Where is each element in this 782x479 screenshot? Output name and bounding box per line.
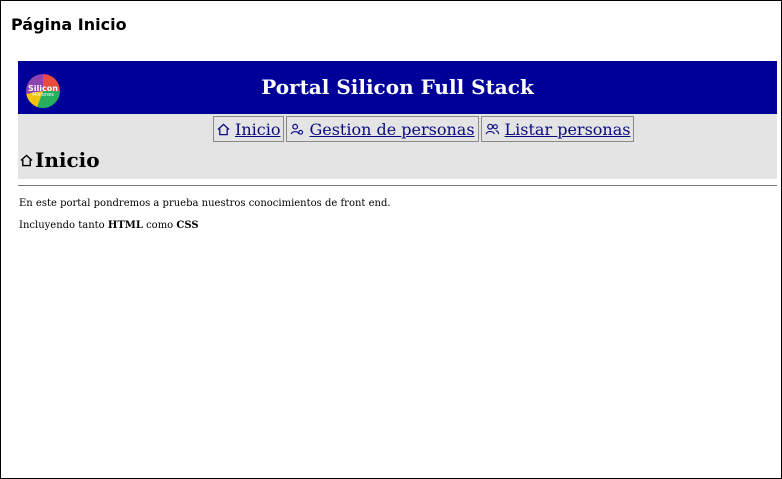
site-header: Silicon Misiones Portal Silicon Full Sta… [18,61,777,114]
nav-item-listar-label: Listar personas [504,119,631,139]
home-icon [20,153,33,166]
css-strong: CSS [176,220,199,231]
html-strong: HTML [107,220,143,231]
site-title: Portal Silicon Full Stack [261,75,534,99]
intro-paragraph: En este portal pondremos a prueba nuestr… [19,198,391,209]
nav-item-gestion-personas[interactable]: Gestion de personas [286,116,479,142]
section-heading: Inicio [20,148,100,172]
divider [18,185,777,186]
nav-item-inicio[interactable]: Inicio [213,116,285,142]
people-list-icon [485,123,499,134]
nav-bar: Inicio Gestion de personas Listar person… [18,114,777,179]
tech-paragraph: Incluyendo tanto HTML como CSS [19,220,199,231]
nav-menu: Inicio Gestion de personas Listar person… [213,116,635,142]
nav-item-listar-personas[interactable]: Listar personas [480,116,635,142]
nav-item-inicio-label: Inicio [235,119,281,139]
browser-window: Página Inicio Silicon Misiones Portal Si… [0,0,782,479]
home-icon [217,123,230,135]
window-title: Página Inicio [11,15,127,34]
people-manage-icon [291,123,304,135]
tech-paragraph-middle: como [142,220,177,231]
tech-paragraph-prefix: Incluyendo tanto [19,220,108,231]
nav-item-gestion-label: Gestion de personas [309,119,475,139]
page-container: Silicon Misiones Portal Silicon Full Sta… [18,61,777,179]
section-heading-text: Inicio [35,148,100,172]
